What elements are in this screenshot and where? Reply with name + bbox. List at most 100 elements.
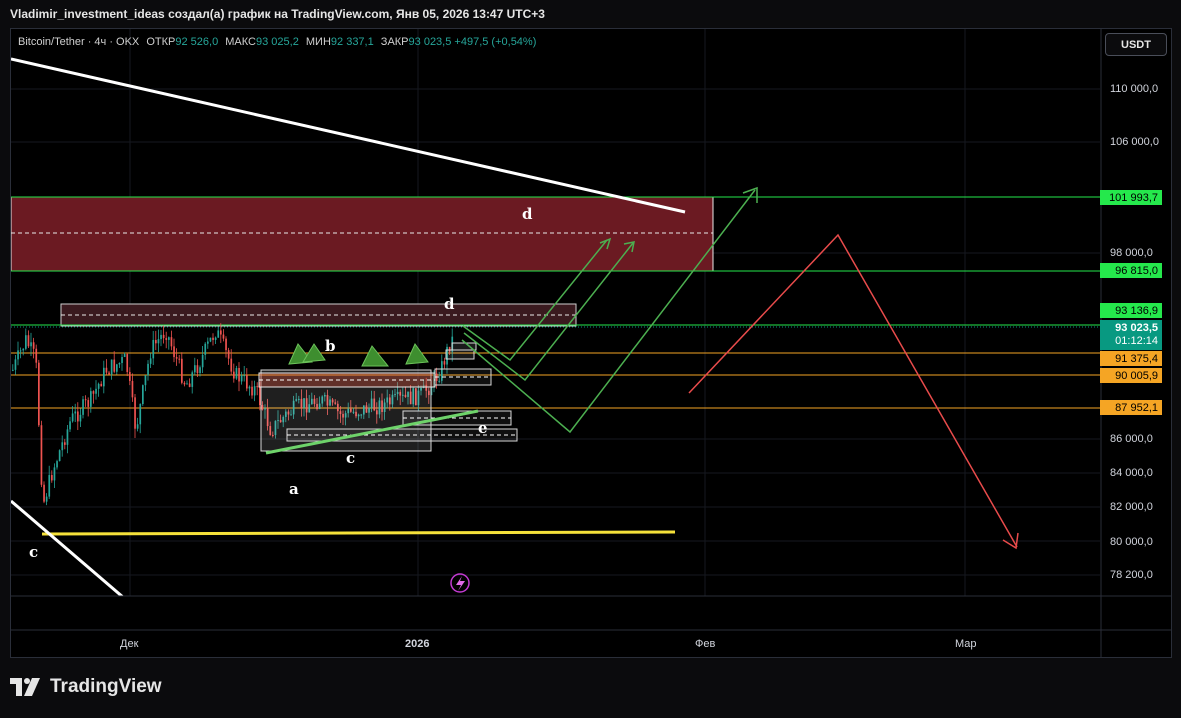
candle-body (162, 334, 165, 339)
price-label-86000: 86 000,0 (1110, 433, 1153, 445)
symbol-legend[interactable]: Bitcoin/Tether · 4ч · OKX ОТКР92 526,0 М… (18, 36, 536, 48)
price-tag-s3[interactable]: 87 952,1 (1100, 400, 1162, 415)
price-label-78200: 78 200,0 (1110, 569, 1153, 581)
candle-body (165, 338, 168, 340)
candle-body (248, 386, 251, 389)
tradingview-logo-icon (10, 678, 40, 696)
mini-zone-2[interactable] (445, 349, 475, 360)
candle-body (173, 346, 175, 358)
descending-trendline[interactable] (11, 57, 686, 214)
low-label: МИН (305, 36, 331, 48)
candle-body (178, 358, 181, 360)
candle-body (209, 337, 212, 342)
time-label-feb: Фев (695, 638, 716, 650)
wave-label-c-left[interactable]: c (29, 543, 38, 561)
candle-body (48, 475, 51, 497)
wave-label-b[interactable]: b (325, 337, 336, 355)
candle-body (170, 337, 173, 347)
flash-icon[interactable] (450, 573, 470, 593)
candle-body (183, 382, 186, 385)
candle-body (32, 342, 35, 349)
candle-body (38, 362, 40, 426)
candle-body (199, 367, 201, 374)
price-tag-s2[interactable]: 90 005,9 (1100, 368, 1162, 383)
resistance-zone-d[interactable] (11, 196, 714, 272)
price-label-84000: 84 000,0 (1110, 467, 1153, 479)
candle-body (152, 339, 155, 359)
candle-body (443, 361, 446, 365)
candle-body (233, 371, 235, 379)
currency-button[interactable]: USDT (1105, 33, 1167, 56)
candle-body (90, 391, 92, 407)
candle-body (35, 348, 38, 363)
price-label-110000: 110 000,0 (1110, 83, 1159, 95)
candle-body (157, 339, 160, 344)
candle-body (103, 367, 105, 387)
candle-body (188, 383, 191, 387)
candle-body (230, 358, 233, 372)
candle-body (77, 411, 79, 422)
candle-body (243, 375, 246, 377)
candle-body (186, 383, 188, 385)
candle-body (14, 359, 17, 370)
candle-body (214, 337, 217, 340)
candle-body (92, 391, 95, 394)
wave-label-c[interactable]: c (346, 449, 355, 467)
symbol-name[interactable]: Bitcoin/Tether · 4ч · OKX (18, 36, 139, 48)
wave-label-a[interactable]: a (289, 480, 299, 498)
candle-body (131, 380, 134, 398)
candle-body (108, 372, 110, 375)
candle-body (160, 334, 162, 340)
yellow-support-line[interactable] (41, 530, 676, 536)
price-label-82000: 82 000,0 (1110, 501, 1153, 513)
candle-body (201, 354, 204, 368)
candle-body (259, 386, 261, 406)
price-label-80000: 80 000,0 (1110, 536, 1153, 548)
wave-label-d[interactable]: d (444, 295, 455, 313)
candle-body (246, 375, 248, 389)
tradingview-brand: TradingView (50, 676, 162, 697)
candle-body (19, 350, 22, 352)
candle-body (123, 354, 126, 358)
candle-body (66, 429, 69, 445)
candle-body (134, 397, 136, 429)
current-price-tag[interactable]: 93 023,5 01:12:14 (1100, 320, 1162, 350)
candle-body (43, 484, 45, 502)
price-tag-r3[interactable]: 93 136,9 (1100, 303, 1162, 318)
candle-body (225, 338, 227, 351)
candle-body (235, 368, 238, 379)
price-tag-r1[interactable]: 101 993,7 (1100, 190, 1162, 205)
candle-body (84, 399, 87, 401)
candle-body (194, 365, 196, 373)
candle-body (64, 442, 66, 445)
candle-body (251, 386, 253, 396)
candle-body (100, 383, 103, 387)
candle-body (12, 369, 14, 371)
candle-body (168, 337, 170, 340)
candle-body (204, 343, 207, 355)
high-value: 93 025,2 (256, 36, 299, 48)
change-value: +497,5 (+0,54%) (454, 36, 537, 48)
candle-body (238, 368, 240, 382)
candle-body (110, 359, 113, 375)
candle-body (136, 424, 139, 429)
ascending-trendline[interactable] (11, 499, 124, 598)
wave-label-e[interactable]: e (478, 419, 488, 437)
close-label: ЗАКР (380, 36, 409, 48)
candle-body (97, 383, 100, 389)
candle-body (126, 354, 129, 373)
candle-body (17, 350, 19, 360)
candle-body (227, 350, 230, 359)
candle-body (51, 475, 53, 481)
candle-body (207, 341, 209, 344)
chart-drawing-layer[interactable] (0, 0, 1181, 718)
wave-label-d-top[interactable]: d (522, 205, 533, 223)
tradingview-logo[interactable]: TradingView (10, 676, 162, 698)
bearish-forecast-path[interactable] (688, 233, 1019, 550)
price-tag-r2[interactable]: 96 815,0 (1100, 263, 1162, 278)
pattern-arrows-b (288, 343, 429, 367)
price-tag-s1[interactable]: 91 375,4 (1100, 351, 1162, 366)
candle-body (222, 334, 225, 339)
candle-body (40, 425, 43, 485)
candle-body (196, 365, 199, 374)
